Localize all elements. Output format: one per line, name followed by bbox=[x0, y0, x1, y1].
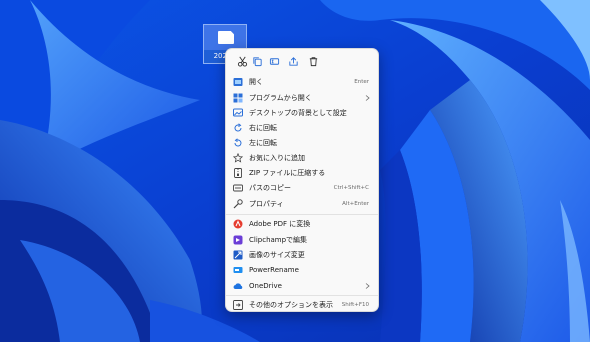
rename-icon bbox=[269, 57, 279, 65]
menu-item-label: プロパティ bbox=[249, 199, 284, 208]
menu-separator bbox=[226, 295, 378, 296]
menu-separator bbox=[226, 214, 378, 215]
cut-button[interactable] bbox=[235, 54, 249, 68]
zip-icon bbox=[233, 167, 243, 178]
menu-item-shortcut: Enter bbox=[354, 78, 369, 85]
menu-item-clipchamp[interactable]: Clipchampで編集 bbox=[230, 232, 376, 247]
menu-item-rotate-right[interactable]: 右に回転 bbox=[230, 120, 376, 135]
cut-icon bbox=[237, 56, 247, 67]
menu-item-adobe-pdf[interactable]: Adobe PDF に変換 bbox=[230, 216, 376, 231]
copy-icon bbox=[252, 56, 262, 66]
menu-item-zip[interactable]: ZIP ファイルに圧縮する bbox=[230, 165, 376, 180]
powerrename-icon bbox=[233, 265, 243, 275]
chevron-right-icon bbox=[364, 94, 370, 101]
share-button[interactable] bbox=[286, 54, 300, 68]
menu-item-label: お気に入りに追加 bbox=[249, 153, 305, 162]
rotate-right-icon bbox=[233, 122, 243, 133]
menu-item-powerrename[interactable]: PowerRename bbox=[230, 262, 376, 277]
set-wallpaper-icon bbox=[233, 108, 243, 118]
more-options-icon bbox=[233, 299, 243, 310]
image-resize-icon bbox=[233, 250, 243, 260]
rename-button[interactable] bbox=[267, 54, 281, 68]
menu-item-label: デスクトップの背景として設定 bbox=[249, 108, 347, 117]
copy-button[interactable] bbox=[250, 54, 264, 68]
menu-item-open[interactable]: 開く Enter bbox=[230, 74, 376, 89]
chevron-right-icon bbox=[364, 282, 370, 289]
context-menu-toolbar bbox=[226, 49, 378, 73]
menu-item-add-favorite[interactable]: お気に入りに追加 bbox=[230, 150, 376, 165]
menu-item-copy-path[interactable]: パスのコピー Ctrl+Shift+C bbox=[230, 180, 376, 195]
menu-item-properties[interactable]: プロパティ Alt+Enter bbox=[230, 196, 376, 211]
wrench-icon bbox=[233, 198, 243, 209]
star-icon bbox=[233, 152, 243, 163]
menu-item-label: プログラムから開く bbox=[249, 93, 312, 102]
adobe-pdf-icon bbox=[233, 219, 243, 229]
menu-item-onedrive[interactable]: OneDrive bbox=[230, 278, 376, 293]
menu-item-label: 画像のサイズ変更 bbox=[249, 250, 305, 259]
context-menu: 開く Enter プログラムから開く デスクトップの背景として設定 右に回転 左… bbox=[225, 48, 379, 312]
delete-icon bbox=[309, 56, 317, 66]
menu-item-label: 右に回転 bbox=[249, 123, 277, 132]
image-file-icon bbox=[218, 31, 234, 44]
delete-button[interactable] bbox=[306, 54, 320, 68]
menu-item-label: パスのコピー bbox=[249, 183, 291, 192]
menu-item-image-resize[interactable]: 画像のサイズ変更 bbox=[230, 247, 376, 262]
menu-item-label: Clipchampで編集 bbox=[249, 235, 308, 244]
clipchamp-icon bbox=[233, 235, 243, 245]
menu-item-open-with[interactable]: プログラムから開く bbox=[230, 90, 376, 105]
menu-item-shortcut: Shift+F10 bbox=[341, 301, 369, 308]
rotate-left-icon bbox=[233, 137, 243, 148]
menu-item-label: その他のオプションを表示 bbox=[249, 300, 333, 309]
menu-item-label: PowerRename bbox=[249, 265, 299, 274]
menu-item-rotate-left[interactable]: 左に回転 bbox=[230, 135, 376, 150]
menu-item-set-wallpaper[interactable]: デスクトップの背景として設定 bbox=[230, 105, 376, 120]
menu-item-label: OneDrive bbox=[249, 281, 282, 290]
copy-path-icon bbox=[233, 183, 243, 193]
onedrive-icon bbox=[233, 281, 243, 291]
menu-item-more-options[interactable]: その他のオプションを表示 Shift+F10 bbox=[230, 297, 376, 312]
open-icon bbox=[233, 77, 243, 87]
share-icon bbox=[288, 56, 298, 66]
open-with-icon bbox=[233, 93, 243, 103]
menu-item-shortcut: Ctrl+Shift+C bbox=[333, 184, 369, 191]
menu-item-label: Adobe PDF に変換 bbox=[249, 219, 311, 228]
menu-item-shortcut: Alt+Enter bbox=[342, 200, 369, 207]
menu-item-label: 開く bbox=[249, 77, 263, 86]
menu-item-label: 左に回転 bbox=[249, 138, 277, 147]
menu-item-label: ZIP ファイルに圧縮する bbox=[249, 168, 326, 177]
